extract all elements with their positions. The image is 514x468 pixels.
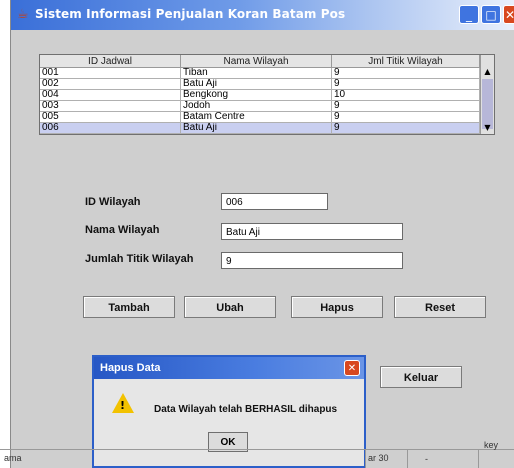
cell-jumlah: 9: [331, 122, 480, 134]
data-grid: ID Jadwal Nama Wilayah Jml Titik Wilayah…: [40, 55, 480, 134]
background-text-dash: -: [425, 454, 428, 464]
background-cell-divider: [478, 449, 479, 468]
nama-wilayah-label: Nama Wilayah: [85, 224, 160, 236]
background-divider: [0, 449, 514, 450]
wilayah-table[interactable]: ID Jadwal Nama Wilayah Jml Titik Wilayah…: [39, 54, 495, 135]
cell-id: 006: [40, 122, 181, 134]
table-row-selected[interactable]: 006 Batu Aji 9: [40, 122, 480, 134]
scroll-down-icon[interactable]: ▼: [481, 123, 494, 132]
keluar-button[interactable]: Keluar: [380, 366, 462, 388]
cell-id: 002: [40, 78, 181, 90]
background-cell-divider: [407, 449, 408, 468]
cell-nama: Tiban: [180, 67, 332, 79]
cell-nama: Batu Aji: [180, 122, 332, 134]
dialog-title-bar[interactable]: Hapus Data ✕: [94, 357, 364, 379]
cell-nama: Batam Centre: [180, 111, 332, 123]
maximize-button[interactable]: □: [481, 5, 501, 24]
table-row[interactable]: 003 Jodoh 9: [40, 100, 480, 112]
cell-id: 003: [40, 100, 181, 112]
nama-wilayah-field[interactable]: Batu Aji: [221, 223, 403, 240]
close-button[interactable]: ✕: [503, 5, 514, 24]
table-header: ID Jadwal Nama Wilayah Jml Titik Wilayah: [40, 55, 480, 68]
tambah-button[interactable]: Tambah: [83, 296, 175, 318]
table-row[interactable]: 001 Tiban 9: [40, 67, 480, 79]
cell-jumlah: 9: [331, 100, 480, 112]
cell-jumlah: 9: [331, 67, 480, 79]
scrollbar-thumb[interactable]: [482, 79, 493, 129]
cell-id: 004: [40, 89, 181, 101]
cell-jumlah: 9: [331, 111, 480, 123]
scroll-up-icon[interactable]: ▲: [481, 67, 494, 76]
hapus-button[interactable]: Hapus: [291, 296, 383, 318]
background-window-strip: ama ar 30 - key: [0, 440, 514, 468]
minimize-button[interactable]: _: [459, 5, 479, 24]
reset-button[interactable]: Reset: [394, 296, 486, 318]
cell-nama: Jodoh: [180, 100, 332, 112]
cell-id: 001: [40, 67, 181, 79]
ubah-button[interactable]: Ubah: [184, 296, 276, 318]
background-cell-divider: [365, 449, 366, 468]
background-text-left: ama: [4, 453, 22, 463]
id-wilayah-field[interactable]: 006: [221, 193, 328, 210]
warning-icon-mark: !: [120, 399, 126, 412]
column-header-nama[interactable]: Nama Wilayah: [180, 55, 332, 68]
column-header-jumlah[interactable]: Jml Titik Wilayah: [331, 55, 480, 68]
dialog-close-button[interactable]: ✕: [344, 360, 360, 376]
java-app-icon: ☕: [17, 7, 29, 22]
table-scrollbar[interactable]: ▲ ▼: [480, 55, 494, 134]
cell-nama: Bengkong: [180, 89, 332, 101]
window-title: Sistem Informasi Penjualan Koran Batam P…: [35, 7, 346, 21]
background-text-middle: ar 30: [368, 453, 389, 463]
cell-jumlah: 9: [331, 78, 480, 90]
id-wilayah-label: ID Wilayah: [85, 196, 141, 208]
table-row[interactable]: 004 Bengkong 10: [40, 89, 480, 101]
cell-id: 005: [40, 111, 181, 123]
table-row[interactable]: 002 Batu Aji 9: [40, 78, 480, 90]
jumlah-titik-label: Jumlah Titik Wilayah: [85, 253, 194, 265]
column-header-id[interactable]: ID Jadwal: [40, 55, 181, 68]
dialog-title: Hapus Data: [100, 362, 161, 374]
dialog-message: Data Wilayah telah BERHASIL dihapus: [154, 404, 338, 415]
cell-jumlah: 10: [331, 89, 480, 101]
title-bar[interactable]: ☕ Sistem Informasi Penjualan Koran Batam…: [11, 0, 514, 30]
cell-nama: Batu Aji: [180, 78, 332, 90]
jumlah-titik-field[interactable]: 9: [221, 252, 403, 269]
background-text-right: key: [484, 440, 499, 450]
table-row[interactable]: 005 Batam Centre 9: [40, 111, 480, 123]
